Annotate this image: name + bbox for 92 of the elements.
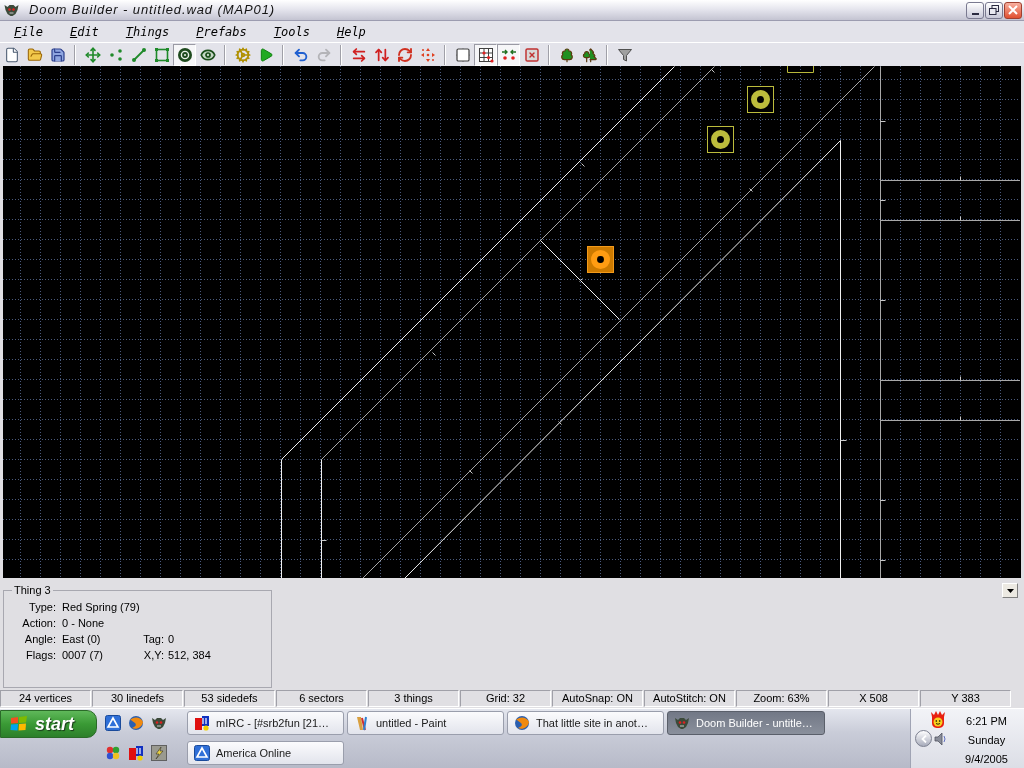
dots-icon bbox=[107, 46, 124, 63]
status-panel: 30 linedefs bbox=[92, 690, 183, 707]
thing-marker[interactable] bbox=[707, 126, 734, 153]
taskbar-button[interactable]: Doom Builder - untitle… bbox=[667, 711, 825, 735]
flame-face-icon[interactable] bbox=[929, 711, 947, 729]
filter-icon bbox=[616, 46, 633, 63]
field-value: 512, 384 bbox=[168, 647, 211, 663]
status-panel: 24 vertices bbox=[0, 690, 91, 707]
close-icon bbox=[1008, 5, 1018, 15]
speaker-icon[interactable] bbox=[933, 730, 949, 747]
vertical-arrows-icon bbox=[373, 46, 390, 63]
trees-icon bbox=[581, 46, 598, 63]
windows-flag-icon bbox=[9, 715, 29, 733]
status-panel: X 508 bbox=[828, 690, 919, 707]
field-value: 0007 (7) bbox=[62, 647, 104, 663]
toolbar-button[interactable] bbox=[173, 43, 196, 66]
save-icon bbox=[49, 46, 66, 63]
paint-brushes-icon bbox=[354, 715, 370, 731]
dropdown-button[interactable] bbox=[1002, 583, 1018, 598]
cog-icon bbox=[234, 46, 251, 63]
status-panel: AutoSnap: ON bbox=[552, 690, 643, 707]
menu-item[interactable]: Tools bbox=[260, 22, 323, 41]
menu-item[interactable]: Help bbox=[323, 22, 379, 41]
square-x-icon bbox=[523, 46, 540, 63]
monster-head-icon[interactable] bbox=[151, 715, 167, 731]
toolbar-button[interactable] bbox=[497, 43, 520, 66]
field-value: East (0) bbox=[62, 631, 102, 647]
menu-item[interactable]: Things bbox=[112, 22, 183, 41]
minimize-button[interactable] bbox=[966, 1, 984, 19]
monster-head-icon bbox=[3, 2, 20, 18]
start-button[interactable]: start bbox=[0, 710, 97, 738]
ring-icon bbox=[176, 46, 193, 63]
line-icon bbox=[130, 46, 147, 63]
rotate-icon bbox=[396, 46, 413, 63]
field-value: 0 bbox=[168, 631, 175, 647]
globe-icon bbox=[514, 715, 530, 731]
menu-item[interactable]: Prefabs bbox=[183, 22, 260, 41]
field-value: Red Spring (79) bbox=[62, 599, 140, 615]
panel-title: Thing 3 bbox=[13, 583, 52, 597]
clock-time: 6:21 PM bbox=[966, 714, 1007, 729]
status-panel: 6 sectors bbox=[276, 690, 367, 707]
redo-icon bbox=[315, 46, 332, 63]
taskbar-button[interactable]: untitled - Paint bbox=[347, 711, 504, 735]
thing-marker[interactable] bbox=[587, 246, 614, 273]
caret-down-icon bbox=[1006, 588, 1014, 593]
restore-icon bbox=[989, 5, 999, 15]
triangle-tile-icon bbox=[194, 745, 210, 761]
clock-date: 9/4/2005 bbox=[965, 752, 1008, 767]
undo-icon bbox=[292, 46, 309, 63]
status-panel: 3 things bbox=[368, 690, 459, 707]
taskbar-button[interactable]: That little site in anot… bbox=[507, 711, 664, 735]
field-label: Type: bbox=[28, 599, 56, 615]
chevron-left-icon bbox=[920, 734, 927, 743]
menu-item[interactable]: Edit bbox=[56, 22, 112, 41]
square-icon bbox=[153, 46, 170, 63]
taskbar-button[interactable]: mIRC - [#srb2fun [21… bbox=[187, 711, 344, 735]
clock-day: Sunday bbox=[967, 731, 1006, 750]
restore-button[interactable] bbox=[985, 1, 1003, 19]
window-title: Doom Builder - untitled.wad (MAP01) bbox=[29, 1, 276, 20]
field-label: Tag: bbox=[142, 631, 164, 647]
status-panel: AutoStitch: ON bbox=[644, 690, 735, 707]
inward-arrows-icon bbox=[419, 46, 436, 63]
folder-icon bbox=[26, 46, 43, 63]
status-panel: Grid: 32 bbox=[460, 690, 551, 707]
status-panel: 53 sidedefs bbox=[184, 690, 275, 707]
thing-marker[interactable] bbox=[747, 86, 774, 113]
horizontal-arrows-icon bbox=[350, 46, 367, 63]
field-label: Action: bbox=[21, 615, 56, 631]
grid-icon bbox=[454, 46, 471, 63]
blocks-icon[interactable] bbox=[128, 745, 144, 761]
status-panel: Zoom: 63% bbox=[736, 690, 827, 707]
field-label: Flags: bbox=[25, 647, 56, 663]
field-value: 0 - None bbox=[62, 615, 105, 631]
new-file-icon bbox=[3, 46, 20, 63]
field-label: Angle: bbox=[23, 631, 56, 647]
field-label: X,Y: bbox=[142, 647, 164, 663]
toolbar-button[interactable] bbox=[474, 43, 497, 66]
menu-item[interactable]: File bbox=[1, 22, 56, 41]
move-arrows-icon bbox=[84, 46, 101, 63]
minimize-icon bbox=[971, 12, 979, 15]
blocks-icon bbox=[194, 715, 210, 731]
close-button[interactable] bbox=[1004, 1, 1022, 19]
balls-icon[interactable] bbox=[105, 745, 121, 761]
show-hidden-icons-button[interactable] bbox=[915, 730, 932, 747]
tree-icon bbox=[558, 46, 575, 63]
grid-dots-icon bbox=[477, 46, 494, 63]
globe-icon[interactable] bbox=[128, 715, 144, 731]
monster-head-icon bbox=[674, 715, 690, 731]
lightning-icon[interactable] bbox=[151, 745, 167, 761]
triangle-tile-icon[interactable] bbox=[105, 715, 121, 731]
status-panel: Y 383 bbox=[920, 690, 1011, 707]
taskbar-button[interactable]: America Online bbox=[187, 741, 344, 765]
